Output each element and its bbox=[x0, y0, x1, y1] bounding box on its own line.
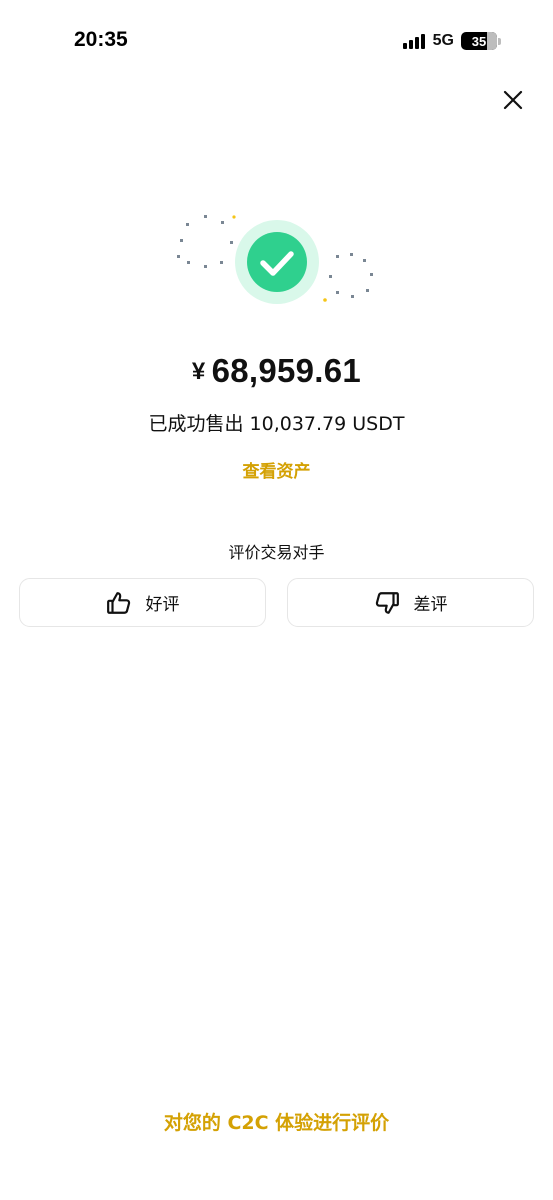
good-review-label: 好评 bbox=[145, 595, 180, 615]
battery-icon: 35 bbox=[461, 32, 497, 50]
sale-amount: ¥68,959.61 bbox=[0, 352, 553, 390]
success-illustration bbox=[177, 215, 373, 304]
close-icon bbox=[503, 90, 523, 110]
status-time: 20:35 bbox=[74, 28, 128, 51]
amount-value: 68,959.61 bbox=[211, 352, 362, 389]
good-review-button[interactable]: 好评 bbox=[19, 578, 266, 627]
battery-cap bbox=[498, 37, 501, 45]
bad-review-label: 差评 bbox=[413, 595, 448, 615]
close-button[interactable] bbox=[498, 85, 528, 115]
screen: 20:35 5G 35 ¥ 68,959.61 已成功售出 10,037.79 … bbox=[0, 0, 553, 1200]
network-type: 5G bbox=[432, 32, 454, 49]
thumbs-down-icon bbox=[375, 591, 399, 614]
rate-counterparty-title: 评价交易对手 bbox=[228, 543, 325, 562]
confetti-right-icon bbox=[329, 253, 373, 298]
cellular-signal-icon bbox=[402, 33, 425, 49]
thumbs-up-icon bbox=[106, 591, 130, 614]
sold-description: 已成功售出 10,037.79 USDT bbox=[148, 413, 405, 435]
bad-review-button[interactable]: 差评 bbox=[287, 578, 534, 627]
view-assets-link[interactable]: 查看资产 bbox=[0, 457, 553, 482]
success-circle bbox=[247, 232, 307, 292]
rate-c2c-experience-link[interactable]: 对您的 C2C 体验进行评价 bbox=[0, 1108, 553, 1135]
currency-symbol: ¥ bbox=[191, 358, 206, 385]
sparkle-icon bbox=[232, 215, 236, 219]
confetti-left-icon bbox=[177, 215, 233, 268]
sparkle-icon bbox=[323, 298, 327, 302]
battery-level: 35 bbox=[471, 33, 487, 49]
status-indicators: 5G 35 bbox=[402, 31, 501, 51]
